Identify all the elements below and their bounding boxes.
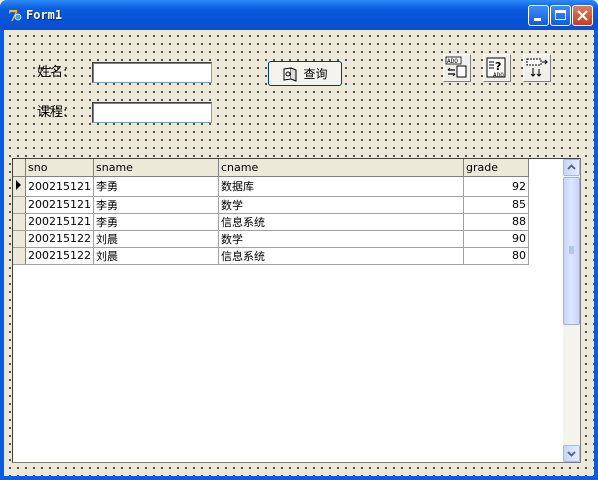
cell-grade[interactable]: 90	[463, 230, 529, 248]
form-client-area: 姓名: 课程: 查询 ADO ? ADO sno sname cname gra…	[4, 30, 594, 476]
cell-grade[interactable]: 92	[463, 176, 529, 197]
data-grid[interactable]: sno sname cname grade 200215121 李勇 数据库 9…	[12, 158, 581, 463]
cell-grade[interactable]: 88	[463, 213, 529, 231]
svg-text:ADO: ADO	[493, 72, 504, 79]
cell-sno[interactable]: 200215122	[25, 247, 94, 265]
window-title: Form1	[26, 8, 63, 22]
row-indicator	[13, 213, 26, 231]
datasource-component[interactable]	[523, 54, 551, 82]
scroll-up-button[interactable]	[563, 159, 580, 176]
row-indicator	[13, 230, 26, 248]
cell-cname[interactable]: 信息系统	[218, 247, 464, 265]
table-row[interactable]: 200215122 刘晨 数学 90	[13, 230, 529, 248]
course-label: 课程:	[37, 105, 68, 120]
ado-query-icon: ? ADO	[486, 57, 506, 79]
table-row[interactable]: 200215121 李勇 数据库 92	[13, 176, 529, 197]
name-input[interactable]	[92, 62, 212, 83]
scroll-thumb[interactable]	[563, 177, 580, 325]
chevron-up-icon	[567, 164, 576, 170]
cell-sname[interactable]: 刘晨	[93, 247, 219, 265]
course-input[interactable]	[92, 102, 212, 123]
vertical-scrollbar[interactable]	[563, 159, 580, 462]
grip-icon	[569, 246, 574, 254]
cell-sno[interactable]: 200215121	[25, 176, 94, 197]
close-button[interactable]	[572, 5, 593, 26]
table-row[interactable]: 200215121 李勇 信息系统 88	[13, 213, 529, 231]
maximize-icon	[555, 10, 566, 20]
close-icon	[577, 10, 588, 21]
grid-header-row: sno sname cname grade	[13, 159, 529, 177]
cell-cname[interactable]: 信息系统	[218, 213, 464, 231]
grid-table: sno sname cname grade 200215121 李勇 数据库 9…	[13, 159, 529, 265]
datasource-icon	[526, 58, 548, 77]
cell-sno[interactable]: 200215121	[25, 213, 94, 231]
query-button[interactable]: 查询	[268, 61, 342, 86]
cell-sname[interactable]: 刘晨	[93, 230, 219, 248]
row-indicator	[13, 196, 26, 214]
cell-cname[interactable]: 数学	[218, 196, 464, 214]
column-header-grade[interactable]: grade	[463, 159, 529, 177]
row-indicator-header	[13, 159, 26, 177]
row-indicator	[13, 247, 26, 265]
name-label: 姓名:	[37, 65, 68, 80]
cell-grade[interactable]: 85	[463, 196, 529, 214]
cell-cname[interactable]: 数据库	[218, 176, 464, 197]
cell-sname[interactable]: 李勇	[93, 213, 219, 231]
cell-sname[interactable]: 李勇	[93, 176, 219, 197]
maximize-button[interactable]	[550, 5, 571, 26]
svg-text:ADO: ADO	[447, 58, 458, 65]
cell-cname[interactable]: 数学	[218, 230, 464, 248]
current-row-indicator-icon	[13, 176, 26, 197]
column-header-sname[interactable]: sname	[93, 159, 219, 177]
minimize-icon	[534, 18, 541, 21]
title-bar[interactable]: 7 Form1	[0, 0, 598, 30]
cell-sname[interactable]: 李勇	[93, 196, 219, 214]
column-header-cname[interactable]: cname	[218, 159, 464, 177]
table-row[interactable]: 200215122 刘晨 信息系统 80	[13, 247, 529, 265]
cell-sno[interactable]: 200215121	[25, 196, 94, 214]
cell-sno[interactable]: 200215122	[25, 230, 94, 248]
table-row[interactable]: 200215121 李勇 数学 85	[13, 196, 529, 214]
ado-connection-component[interactable]: ADO	[443, 54, 471, 82]
query-icon	[283, 66, 297, 82]
form-window: 7 Form1 姓名: 课程: 查询 ADO ? ADO sno sname c…	[0, 0, 598, 480]
cell-grade[interactable]: 80	[463, 247, 529, 265]
ado-query-component[interactable]: ? ADO	[483, 54, 511, 82]
column-header-sno[interactable]: sno	[25, 159, 94, 177]
ado-connection-icon: ADO	[445, 56, 467, 78]
query-button-label: 查询	[303, 67, 328, 81]
chevron-down-icon	[567, 451, 576, 457]
minimize-button[interactable]	[528, 5, 549, 26]
scroll-down-button[interactable]	[563, 445, 580, 462]
delphi-app-icon: 7	[7, 7, 23, 25]
